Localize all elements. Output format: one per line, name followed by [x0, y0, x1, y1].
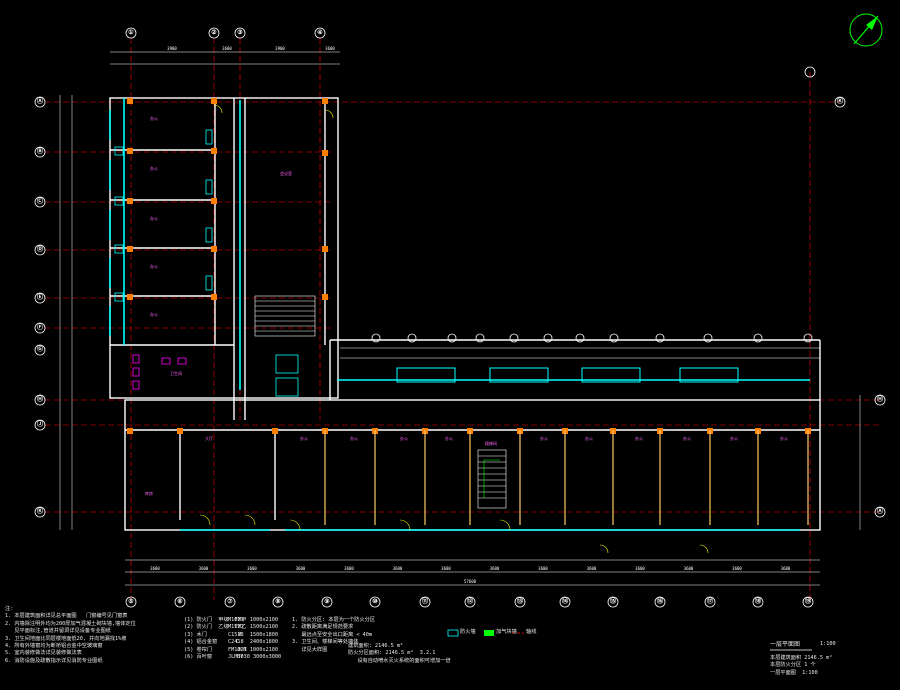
room-label: 办公 [780, 435, 788, 441]
room-label: 办公 [445, 435, 453, 441]
axis-label-bottom: ⑬ [517, 597, 523, 605]
dimension-text: 3600 [199, 566, 209, 571]
room-label: 办公 [540, 435, 548, 441]
axis-label-bottom: ⑩ [372, 598, 378, 605]
dimension-text: 3600 [222, 46, 232, 51]
axis-label-bottom: ⑲ [805, 597, 811, 605]
dimension-text: 3600 [296, 566, 306, 571]
axis-label-left: Ⓖ [37, 345, 43, 353]
axis-label-right: Ⓗ [877, 395, 883, 403]
dimension-text: 57600 [464, 579, 477, 584]
room-label: 办公 [150, 263, 158, 269]
room-label: 办公 [635, 435, 643, 441]
room-label: 办公 [150, 215, 158, 221]
dimension-text: 3600 [635, 566, 645, 571]
axis-label-bottom: ⑭ [562, 597, 568, 605]
dimension-text: 3900 [167, 46, 177, 51]
axis-label-bottom: ⑤ [128, 598, 134, 605]
general-notes: 注: 1. 本层建筑面积详见总平面图 门窗编号见门窗表 2. 内墙除注明外均为2… [5, 606, 136, 664]
axis-label-bottom: ⑯ [657, 597, 663, 605]
axis-label-left: Ⓓ [37, 245, 43, 253]
axis-label-top: ① [128, 29, 134, 36]
dimension-text: 3600 [247, 566, 257, 571]
dimension-text: 3600 [325, 46, 335, 51]
axis-label-bottom: ⑧ [275, 598, 281, 605]
axis-label-bottom: ⑥ [177, 598, 183, 605]
axis-label-left: Ⓒ [37, 197, 43, 205]
axis-label-bottom: ⑮ [610, 597, 616, 605]
dimension-text: 3600 [393, 566, 403, 571]
area-notes: 建筑面积: 2146.5 m² 防火分区面积: 2146.5 m² 3.2.1 … [348, 643, 451, 664]
room-label: 库房 [145, 490, 153, 496]
axis-label-right: Ⓚ [837, 97, 843, 105]
dimension-text: 3600 [781, 566, 791, 571]
room-label: 大厅 [205, 435, 213, 441]
room-label: 会议室 [280, 170, 292, 176]
room-label: 办公 [730, 435, 738, 441]
room-label: 办公 [683, 435, 691, 441]
room-label: 卫生间 [170, 370, 182, 376]
axis-label-bottom: ⑨ [324, 598, 330, 605]
dimension-text: 3900 [275, 46, 285, 51]
axis-label-left: Ⓕ [37, 323, 43, 331]
dimension-text: 3600 [587, 566, 597, 571]
axis-label-left: Ⓐ [37, 97, 43, 105]
axis-label-top: ④ [317, 29, 323, 36]
dimension-text: 3600 [732, 566, 742, 571]
axis-label-left: Ⓚ [37, 507, 43, 515]
axis-label-top: ③ [237, 29, 243, 36]
door-size-notes: M1021 1000x2100 M1521 1500x2100 C1518 15… [228, 617, 282, 661]
floor-plan-svg: 办公 办公 办公 办公 办公 会议室 库房 大厅 办公 办公 办公 办公 办公 … [0, 0, 900, 686]
axis-label-bottom: ⑫ [467, 597, 473, 605]
axis-label-left: Ⓔ [37, 293, 43, 301]
axis-label-bottom: ⑰ [707, 597, 713, 605]
axis-label-top: ② [211, 29, 217, 36]
room-label: 办公 [150, 311, 158, 317]
room-label: 办公 [400, 435, 408, 441]
axis-label-left: Ⓑ [37, 147, 43, 155]
legend-firewall: 防火墙 [460, 629, 476, 635]
dimension-text: 3600 [441, 566, 451, 571]
dimension-text: 3600 [538, 566, 548, 571]
room-label: 办公 [585, 435, 593, 441]
room-label: 办公 [150, 115, 158, 121]
dimension-text: 3600 [150, 566, 160, 571]
axis-label-left: Ⓗ [37, 395, 43, 403]
axis-label-bottom: ⑦ [227, 598, 233, 605]
dimension-text: 3600 [344, 566, 354, 571]
dimension-text: 3600 [490, 566, 500, 571]
title-block-notes: 本层建筑面积 2146.5 m² 本层防火分区 1 个 一层平面图 1:100 [770, 655, 833, 676]
drawing-title: 一层平面图 [770, 641, 801, 648]
room-label: 办公 [350, 435, 358, 441]
drawing-scale: 1:100 [820, 641, 836, 647]
axis-label-right: Ⓐ [877, 507, 883, 515]
axis-label-bottom: ⑱ [755, 597, 761, 605]
room-label: 办公 [300, 435, 308, 441]
dimension-text: 3600 [684, 566, 694, 571]
room-label: 办公 [150, 165, 158, 171]
cad-drawing-canvas: 办公 办公 办公 办公 办公 会议室 库房 大厅 办公 办公 办公 办公 办公 … [0, 0, 900, 686]
room-label: 楼梯间 [485, 440, 497, 446]
legend-block-wall: 加气块墙 [496, 629, 517, 635]
axis-label-bottom: ⑪ [422, 597, 428, 605]
axis-label-left: Ⓙ [37, 420, 43, 428]
legend-axis: 轴线 [526, 629, 537, 635]
